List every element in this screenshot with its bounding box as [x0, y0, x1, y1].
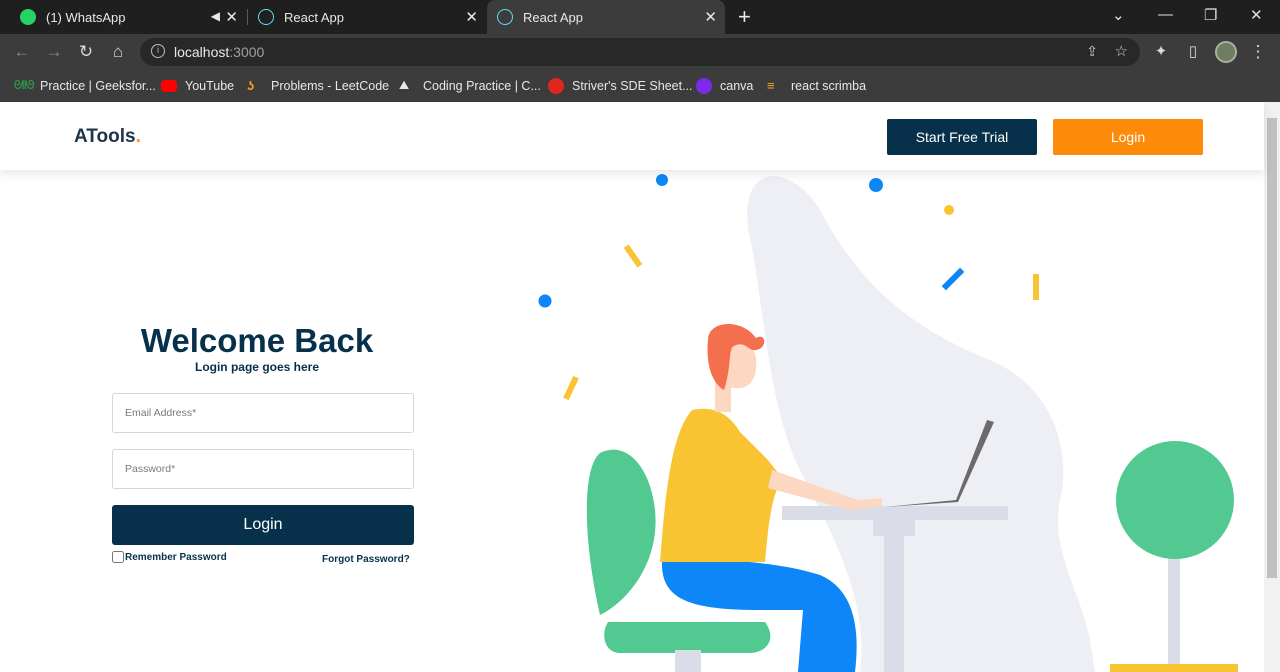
page-title: Welcome Back [140, 322, 374, 359]
site-header: ATools. Start Free Trial Login [0, 102, 1264, 170]
forward-icon[interactable]: → [43, 41, 65, 63]
browser-toolbar: ← → ↻ ⌂ i localhost:3000 ⇪ ☆ ✦ ▯ ⋮ [0, 34, 1280, 70]
page-subtitle: Login page goes here [194, 360, 320, 374]
page-viewport: ATools. Start Free Trial Login Welcome B… [0, 102, 1280, 672]
site-logo[interactable]: ATools. [74, 126, 141, 148]
tab-react-app-2[interactable]: React App ✕ [487, 0, 725, 34]
bookmark-youtube[interactable]: YouTube [161, 76, 234, 96]
potted-tree [1110, 441, 1238, 672]
bookmark-strivers-sde[interactable]: Striver's SDE Sheet... [548, 76, 692, 96]
bookmark-leetcode[interactable]: ʖ Problems - LeetCode [247, 76, 389, 96]
reload-icon[interactable]: ↻ [75, 41, 97, 63]
gfg-icon: ᘛᘚ [14, 78, 35, 92]
remember-password[interactable]: Remember Password [112, 551, 227, 563]
page-scrollbar[interactable] [1264, 102, 1280, 672]
speaker-mute-icon[interactable]: ◀ [211, 9, 220, 23]
login-submit-button[interactable]: Login [112, 505, 414, 545]
react-icon [258, 9, 274, 25]
close-tab-icon[interactable]: ✕ [225, 8, 238, 26]
browser-tab-bar: (1) WhatsApp ◀ ✕ React App ✕ React App ✕… [0, 0, 1280, 34]
scrollbar-thumb[interactable] [1267, 118, 1277, 578]
hero-illustration [538, 174, 1238, 672]
canva-icon [696, 78, 712, 94]
home-icon[interactable]: ⌂ [107, 41, 129, 63]
remember-password-checkbox[interactable] [112, 551, 124, 563]
bookmark-star-icon[interactable]: ☆ [1115, 42, 1128, 60]
back-icon[interactable]: ← [11, 41, 33, 63]
close-window-icon[interactable]: ✕ [1250, 6, 1263, 24]
codingninjas-icon: ⛰ [399, 78, 410, 92]
site-info-icon[interactable]: i [151, 44, 165, 58]
address-bar[interactable]: i localhost:3000 ⇪ ☆ [140, 38, 1140, 66]
side-panel-icon[interactable]: ▯ [1182, 41, 1204, 63]
email-field[interactable] [112, 393, 414, 433]
bookmark-react-scrimba[interactable]: ≡ react scrimba [767, 76, 866, 96]
tuf-icon [548, 78, 564, 94]
close-tab-icon[interactable]: ✕ [465, 8, 478, 26]
extensions-icon[interactable]: ✦ [1150, 41, 1172, 63]
header-login-button[interactable]: Login [1053, 119, 1203, 155]
profile-avatar[interactable] [1215, 41, 1237, 63]
forgot-password-link[interactable]: Forgot Password? [322, 554, 410, 565]
react-icon [497, 9, 513, 25]
scrimba-icon: ≡ [767, 78, 775, 93]
bookmarks-bar: ᘛᘚ Practice | Geeksfor... YouTube ʖ Prob… [0, 70, 1280, 102]
tab-label: React App [284, 9, 344, 25]
whatsapp-icon [20, 9, 36, 25]
leetcode-icon: ʖ [247, 78, 255, 93]
tab-search-icon[interactable]: ⌄ [1112, 6, 1125, 24]
remember-password-label: Remember Password [125, 551, 227, 563]
menu-icon[interactable]: ⋮ [1247, 41, 1269, 63]
bookmark-geeksforgeeks[interactable]: ᘛᘚ Practice | Geeksfor... [14, 76, 156, 96]
bookmark-coding-practice[interactable]: ⛰ Coding Practice | C... [399, 76, 541, 96]
password-field[interactable] [112, 449, 414, 489]
restore-icon[interactable]: ❐ [1204, 6, 1217, 24]
url-text: localhost:3000 [174, 44, 265, 60]
tab-label: (1) WhatsApp [46, 9, 126, 25]
bookmark-canva[interactable]: canva [696, 76, 753, 96]
new-tab-icon[interactable]: + [738, 4, 751, 30]
minimize-icon[interactable]: — [1158, 6, 1173, 23]
close-tab-icon[interactable]: ✕ [704, 8, 717, 26]
youtube-icon [161, 80, 177, 92]
tab-react-app-1[interactable]: React App ✕ [248, 0, 486, 34]
share-icon[interactable]: ⇪ [1086, 43, 1098, 60]
tab-whatsapp[interactable]: (1) WhatsApp ◀ ✕ [8, 0, 246, 34]
start-free-trial-button[interactable]: Start Free Trial [887, 119, 1037, 155]
tab-label: React App [523, 9, 583, 25]
